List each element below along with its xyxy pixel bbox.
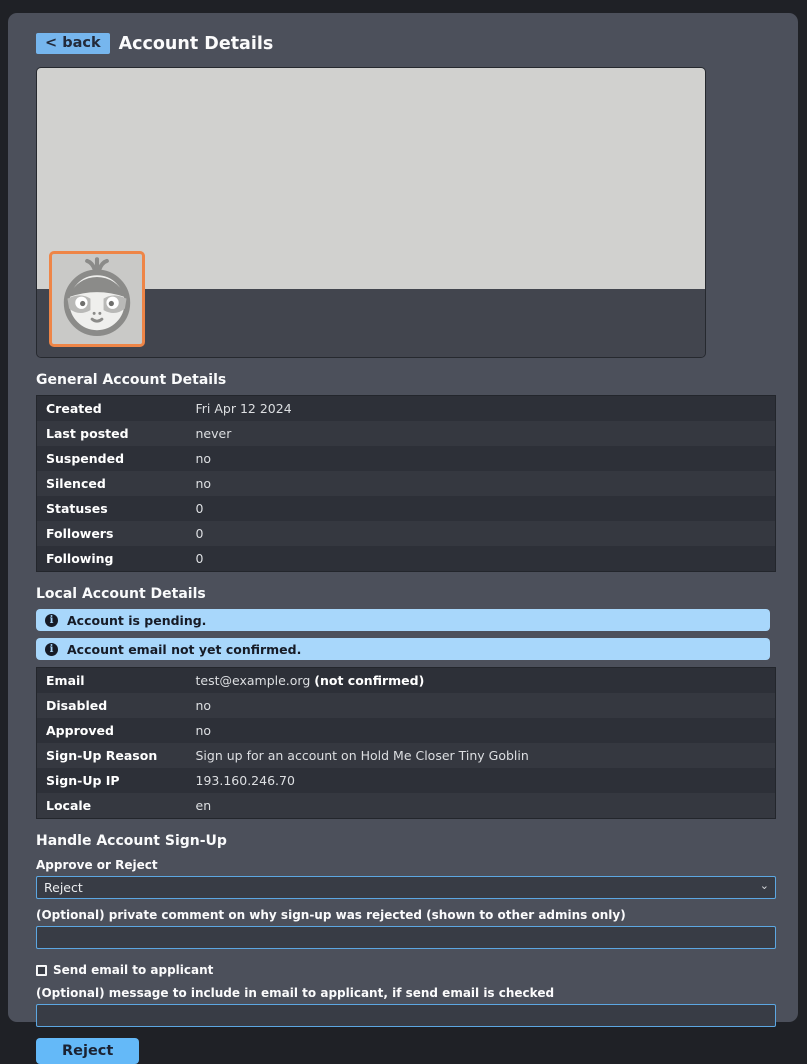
row-label: Email: [37, 668, 187, 694]
private-comment-input[interactable]: [36, 926, 776, 949]
sloth-avatar-icon: [56, 256, 138, 342]
row-label: Silenced: [37, 471, 187, 496]
table-row: Disabledno: [37, 693, 776, 718]
info-icon: i: [45, 614, 58, 627]
row-label: Statuses: [37, 496, 187, 521]
email-value: test@example.org: [196, 673, 315, 688]
send-email-checkbox[interactable]: [36, 965, 47, 976]
row-label: Sign-Up Reason: [37, 743, 187, 768]
table-row: Localeen: [37, 793, 776, 819]
row-value: 0: [187, 521, 776, 546]
row-label: Sign-Up IP: [37, 768, 187, 793]
row-value: no: [187, 718, 776, 743]
table-row: Sign-Up ReasonSign up for an account on …: [37, 743, 776, 768]
table-row: CreatedFri Apr 12 2024: [37, 396, 776, 422]
private-comment-label: (Optional) private comment on why sign-u…: [36, 908, 770, 922]
email-message-label: (Optional) message to include in email t…: [36, 986, 770, 1000]
table-row: Last postednever: [37, 421, 776, 446]
account-details-panel: < back Account Details: [8, 13, 798, 1022]
row-value: en: [187, 793, 776, 819]
table-row: Followers0: [37, 521, 776, 546]
banner-text: Account email not yet confirmed.: [67, 642, 301, 657]
send-email-row: Send email to applicant: [36, 963, 770, 977]
row-label: Approved: [37, 718, 187, 743]
row-value: no: [187, 471, 776, 496]
reject-submit-button[interactable]: Reject: [36, 1038, 139, 1064]
row-label: Locale: [37, 793, 187, 819]
row-value: Sign up for an account on Hold Me Closer…: [187, 743, 776, 768]
back-button[interactable]: < back: [36, 33, 110, 54]
display-name: test: [156, 355, 192, 358]
row-label: Following: [37, 546, 187, 572]
row-value: test@example.org (not confirmed): [187, 668, 776, 694]
approve-reject-label: Approve or Reject: [36, 858, 770, 872]
profile-card: test @test: [36, 67, 706, 358]
row-value: never: [187, 421, 776, 446]
info-icon: i: [45, 643, 58, 656]
pending-banner: i Account is pending.: [36, 609, 770, 631]
table-row: Suspendedno: [37, 446, 776, 471]
row-label: Created: [37, 396, 187, 422]
row-value: no: [187, 693, 776, 718]
table-row: Emailtest@example.org (not confirmed): [37, 668, 776, 694]
row-value: Fri Apr 12 2024: [187, 396, 776, 422]
send-email-label: Send email to applicant: [53, 963, 213, 977]
approve-reject-select-wrap: Reject ⌄: [36, 876, 776, 899]
local-details-heading: Local Account Details: [36, 586, 770, 602]
row-value: 0: [187, 496, 776, 521]
email-note: (not confirmed): [314, 673, 424, 688]
row-label: Followers: [37, 521, 187, 546]
row-label: Suspended: [37, 446, 187, 471]
general-details-heading: General Account Details: [36, 372, 770, 388]
approve-reject-select[interactable]: Reject: [36, 876, 776, 899]
row-value: 193.160.246.70: [187, 768, 776, 793]
email-message-input[interactable]: [36, 1004, 776, 1027]
banner-text: Account is pending.: [67, 613, 206, 628]
general-details-table: CreatedFri Apr 12 2024 Last postednever …: [36, 395, 776, 572]
avatar[interactable]: [49, 251, 145, 347]
page-title: Account Details: [119, 34, 274, 54]
row-label: Disabled: [37, 693, 187, 718]
row-value: 0: [187, 546, 776, 572]
page-header: < back Account Details: [36, 33, 770, 54]
email-unconfirmed-banner: i Account email not yet confirmed.: [36, 638, 770, 660]
table-row: Approvedno: [37, 718, 776, 743]
handle-signup-heading: Handle Account Sign-Up: [36, 833, 770, 849]
table-row: Following0: [37, 546, 776, 572]
row-label: Last posted: [37, 421, 187, 446]
table-row: Sign-Up IP193.160.246.70: [37, 768, 776, 793]
local-details-table: Emailtest@example.org (not confirmed) Di…: [36, 667, 776, 819]
table-row: Statuses0: [37, 496, 776, 521]
row-value: no: [187, 446, 776, 471]
table-row: Silencedno: [37, 471, 776, 496]
